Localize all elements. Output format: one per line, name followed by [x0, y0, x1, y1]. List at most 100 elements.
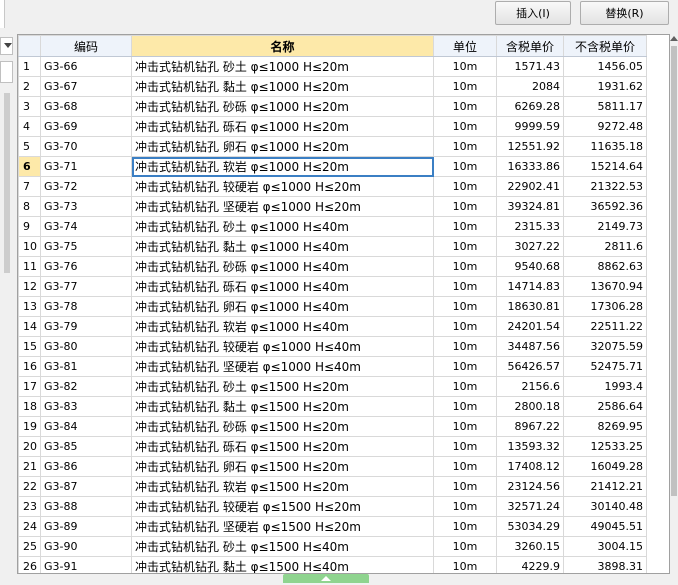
name-cell[interactable]: 冲击式钻机钻孔 卵石 φ≤1000 H≤40m — [131, 296, 434, 317]
table-row[interactable]: 10 G3-75 冲击式钻机钻孔 黏土 φ≤1000 H≤40m 10m 3027.22… — [18, 236, 647, 257]
name-cell[interactable]: 冲击式钻机钻孔 黏土 φ≤1000 H≤40m — [131, 236, 434, 257]
tax-price-cell[interactable]: 17408.12 — [496, 456, 564, 477]
notax-price-cell[interactable]: 32075.59 — [563, 336, 647, 357]
notax-price-cell[interactable]: 2811.6 — [563, 236, 647, 257]
row-number-cell[interactable]: 22 — [18, 476, 41, 497]
code-cell[interactable]: G3-71 — [40, 156, 132, 177]
name-cell[interactable]: 冲击式钻机钻孔 坚硬岩 φ≤1500 H≤20m — [131, 516, 434, 537]
notax-price-cell[interactable]: 30140.48 — [563, 496, 647, 517]
table-row[interactable]: 25 G3-90 冲击式钻机钻孔 砂土 φ≤1500 H≤40m 10m 3260.15… — [18, 536, 647, 557]
code-cell[interactable]: G3-76 — [40, 256, 132, 277]
left-scrollbar[interactable] — [4, 93, 10, 273]
row-number-cell[interactable]: 10 — [18, 236, 41, 257]
code-cell[interactable]: G3-85 — [40, 436, 132, 457]
tax-price-cell[interactable]: 8967.22 — [496, 416, 564, 437]
unit-cell[interactable]: 10m — [433, 176, 497, 197]
unit-cell[interactable]: 10m — [433, 196, 497, 217]
unit-cell[interactable]: 10m — [433, 316, 497, 337]
unit-cell[interactable]: 10m — [433, 476, 497, 497]
table-row[interactable]: 2 G3-67 冲击式钻机钻孔 黏土 φ≤1000 H≤20m 10m 2084 1931… — [18, 76, 647, 97]
name-cell[interactable]: 冲击式钻机钻孔 较硬岩 φ≤1500 H≤20m — [131, 496, 434, 517]
name-cell[interactable]: 冲击式钻机钻孔 黏土 φ≤1000 H≤20m — [131, 76, 434, 97]
name-cell[interactable]: 冲击式钻机钻孔 砂砾 φ≤1000 H≤20m — [131, 96, 434, 117]
notax-price-cell[interactable]: 36592.36 — [563, 196, 647, 217]
notax-price-cell[interactable]: 49045.51 — [563, 516, 647, 537]
row-number-cell[interactable]: 9 — [18, 216, 41, 237]
code-cell[interactable]: G3-84 — [40, 416, 132, 437]
unit-cell[interactable]: 10m — [433, 516, 497, 537]
notax-price-cell[interactable]: 21322.53 — [563, 176, 647, 197]
unit-cell[interactable]: 10m — [433, 76, 497, 97]
code-cell[interactable]: G3-68 — [40, 96, 132, 117]
code-cell[interactable]: G3-75 — [40, 236, 132, 257]
tax-price-cell[interactable]: 22902.41 — [496, 176, 564, 197]
table-row[interactable]: 7 G3-72 冲击式钻机钻孔 较硬岩 φ≤1000 H≤20m 10m 22902.4… — [18, 176, 647, 197]
code-cell[interactable]: G3-88 — [40, 496, 132, 517]
code-cell[interactable]: G3-66 — [40, 56, 132, 77]
code-cell[interactable]: G3-91 — [40, 556, 132, 573]
unit-cell[interactable]: 10m — [433, 396, 497, 417]
tax-price-cell[interactable]: 9999.59 — [496, 116, 564, 137]
tax-price-cell[interactable]: 4229.9 — [496, 556, 564, 573]
code-cell[interactable]: G3-69 — [40, 116, 132, 137]
name-cell[interactable]: 冲击式钻机钻孔 较硬岩 φ≤1000 H≤20m — [131, 176, 434, 197]
tax-price-cell[interactable]: 56426.57 — [496, 356, 564, 377]
row-number-cell[interactable]: 26 — [18, 556, 41, 573]
name-cell[interactable]: 冲击式钻机钻孔 砂土 φ≤1500 H≤20m — [131, 376, 434, 397]
name-cell[interactable]: 冲击式钻机钻孔 黏土 φ≤1500 H≤40m — [131, 556, 434, 573]
table-row[interactable]: 4 G3-69 冲击式钻机钻孔 砾石 φ≤1000 H≤20m 10m 9999.59 9… — [18, 116, 647, 137]
name-cell[interactable]: 冲击式钻机钻孔 软岩 φ≤1500 H≤20m — [131, 476, 434, 497]
notax-price-cell[interactable]: 12533.25 — [563, 436, 647, 457]
tax-price-cell[interactable]: 39324.81 — [496, 196, 564, 217]
notax-price-cell[interactable]: 3004.15 — [563, 536, 647, 557]
col-name-header[interactable]: 名称 — [131, 35, 434, 57]
notax-price-cell[interactable]: 22511.22 — [563, 316, 647, 337]
row-number-cell[interactable]: 13 — [18, 296, 41, 317]
row-number-cell[interactable]: 4 — [18, 116, 41, 137]
tax-price-cell[interactable]: 53034.29 — [496, 516, 564, 537]
notax-price-cell[interactable]: 8269.95 — [563, 416, 647, 437]
table-row[interactable]: 8 G3-73 冲击式钻机钻孔 坚硬岩 φ≤1000 H≤20m 10m 39324.8… — [18, 196, 647, 217]
unit-cell[interactable]: 10m — [433, 276, 497, 297]
unit-cell[interactable]: 10m — [433, 376, 497, 397]
tax-price-cell[interactable]: 16333.86 — [496, 156, 564, 177]
table-row[interactable]: 26 G3-91 冲击式钻机钻孔 黏土 φ≤1500 H≤40m 10m 4229.9 3… — [18, 556, 647, 573]
unit-cell[interactable]: 10m — [433, 496, 497, 517]
col-code-header[interactable]: 编码 — [40, 35, 132, 57]
notax-price-cell[interactable]: 16049.28 — [563, 456, 647, 477]
table-row[interactable]: 16 G3-81 冲击式钻机钻孔 坚硬岩 φ≤1000 H≤40m 10m 56426.… — [18, 356, 647, 377]
unit-cell[interactable]: 10m — [433, 216, 497, 237]
code-cell[interactable]: G3-77 — [40, 276, 132, 297]
name-cell[interactable]: 冲击式钻机钻孔 较硬岩 φ≤1000 H≤40m — [131, 336, 434, 357]
insert-button[interactable]: 插入(I) — [495, 1, 571, 25]
unit-cell[interactable]: 10m — [433, 56, 497, 77]
table-row[interactable]: 22 G3-87 冲击式钻机钻孔 软岩 φ≤1500 H≤20m 10m 23124.5… — [18, 476, 647, 497]
unit-cell[interactable]: 10m — [433, 556, 497, 573]
code-cell[interactable]: G3-80 — [40, 336, 132, 357]
expand-panel-handle[interactable] — [283, 574, 369, 583]
col-notax-price-header[interactable]: 不含税单价 — [563, 35, 647, 57]
table-row[interactable]: 20 G3-85 冲击式钻机钻孔 砾石 φ≤1500 H≤20m 10m 13593.3… — [18, 436, 647, 457]
tax-price-cell[interactable]: 2800.18 — [496, 396, 564, 417]
table-row[interactable]: 21 G3-86 冲击式钻机钻孔 卵石 φ≤1500 H≤20m 10m 17408.1… — [18, 456, 647, 477]
code-cell[interactable]: G3-70 — [40, 136, 132, 157]
table-row[interactable]: 15 G3-80 冲击式钻机钻孔 较硬岩 φ≤1000 H≤40m 10m 34487.… — [18, 336, 647, 357]
code-cell[interactable]: G3-82 — [40, 376, 132, 397]
col-unit-header[interactable]: 单位 — [433, 35, 497, 57]
row-number-cell[interactable]: 18 — [18, 396, 41, 417]
table-row[interactable]: 24 G3-89 冲击式钻机钻孔 坚硬岩 φ≤1500 H≤20m 10m 53034.… — [18, 516, 647, 537]
name-cell[interactable]: 冲击式钻机钻孔 砂砾 φ≤1500 H≤20m — [131, 416, 434, 437]
tax-price-cell[interactable]: 13593.32 — [496, 436, 564, 457]
row-number-cell[interactable]: 17 — [18, 376, 41, 397]
tax-price-cell[interactable]: 34487.56 — [496, 336, 564, 357]
notax-price-cell[interactable]: 1931.62 — [563, 76, 647, 97]
name-cell[interactable]: 冲击式钻机钻孔 卵石 φ≤1000 H≤20m — [131, 136, 434, 157]
unit-cell[interactable]: 10m — [433, 96, 497, 117]
code-cell[interactable]: G3-89 — [40, 516, 132, 537]
table-row[interactable]: 6 G3-71 冲击式钻机钻孔 软岩 φ≤1000 H≤20m 10m 16333.86… — [18, 156, 647, 177]
unit-cell[interactable]: 10m — [433, 456, 497, 477]
vertical-scrollbar[interactable] — [670, 34, 678, 574]
name-cell[interactable]: 冲击式钻机钻孔 砂土 φ≤1000 H≤40m — [131, 216, 434, 237]
row-number-cell[interactable]: 25 — [18, 536, 41, 557]
row-number-cell[interactable]: 20 — [18, 436, 41, 457]
